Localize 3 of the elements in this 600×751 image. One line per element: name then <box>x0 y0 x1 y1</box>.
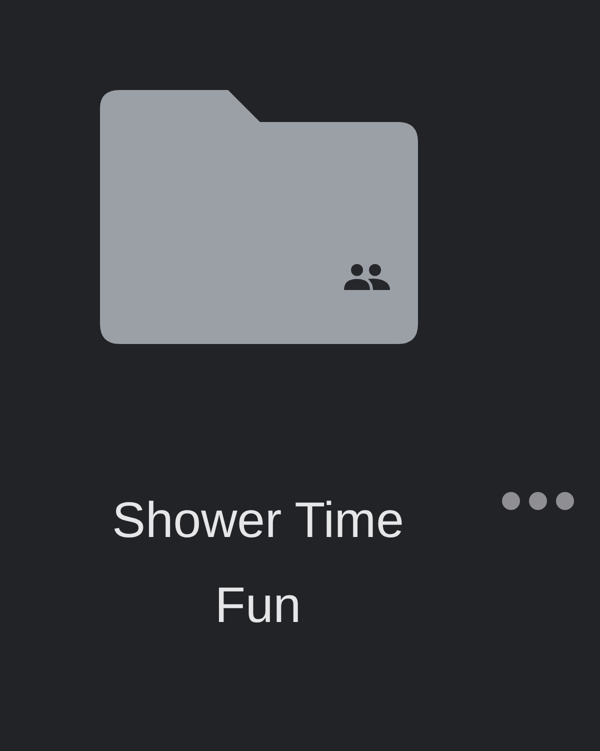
folder-name: Shower Time Fun <box>111 491 405 635</box>
more-icon[interactable] <box>502 492 574 510</box>
folder-icon[interactable] <box>100 88 420 346</box>
